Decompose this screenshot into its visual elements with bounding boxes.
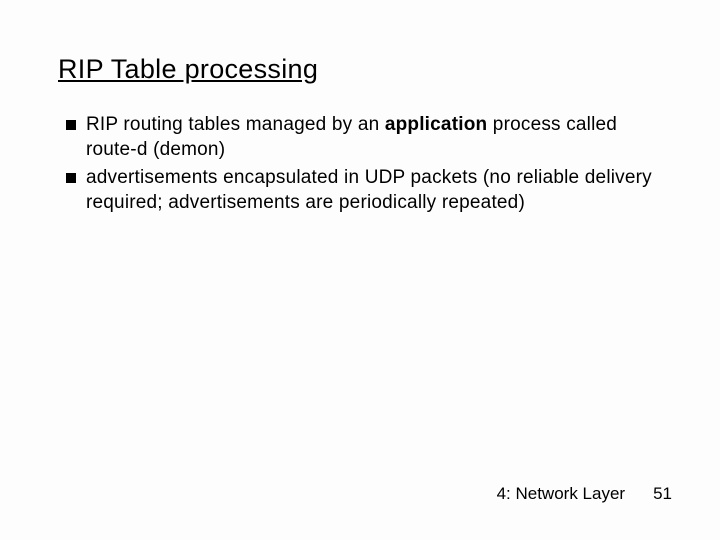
footer-label: 4: Network Layer [497,484,626,504]
square-bullet-icon [66,173,76,183]
slide-footer: 4: Network Layer 51 [497,484,672,504]
page-number: 51 [653,484,672,504]
bullet-text: RIP routing tables managed by an applica… [86,113,662,162]
bullet-list: RIP routing tables managed by an applica… [58,113,662,216]
bullet-bold: application [385,114,488,135]
bullet-pre: advertisements encapsulated in UDP packe… [86,167,652,213]
square-bullet-icon [66,120,76,130]
slide-title: RIP Table processing [58,54,662,85]
bullet-text: advertisements encapsulated in UDP packe… [86,166,662,215]
list-item: RIP routing tables managed by an applica… [66,113,662,162]
bullet-pre: RIP routing tables managed by an [86,114,385,135]
list-item: advertisements encapsulated in UDP packe… [66,166,662,215]
